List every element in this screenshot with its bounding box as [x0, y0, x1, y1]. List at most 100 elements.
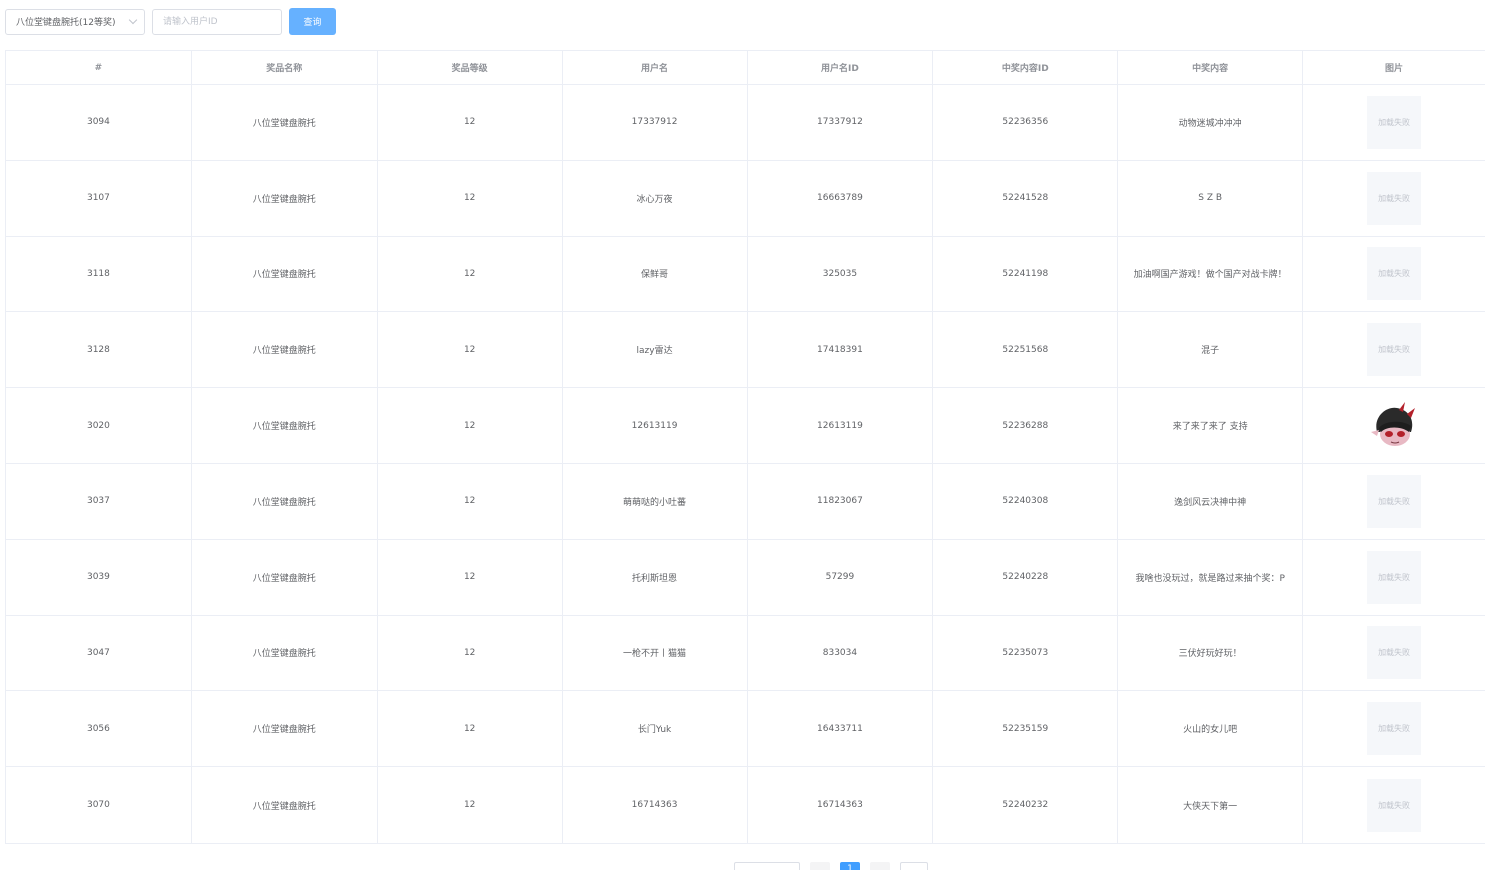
cell-username: 17337912: [563, 85, 748, 160]
cell-content: 逸剑风云决神中神: [1118, 463, 1304, 539]
page-size-select[interactable]: [734, 862, 800, 870]
cell-content-id: 52236356: [933, 85, 1119, 160]
cell-user-id: 833034: [748, 615, 934, 691]
cell-image: 加载失败: [1303, 85, 1485, 160]
image-placeholder: 加载失败: [1367, 626, 1422, 680]
cell-prize: 八位堂键盘腕托: [192, 691, 378, 767]
prize-select[interactable]: 八位堂键盘腕托(12等奖): [5, 8, 145, 35]
column-header: 奖品等级: [378, 51, 563, 84]
cell-content-id: 52235159: [933, 691, 1119, 767]
column-header: 中奖内容ID: [933, 51, 1119, 84]
cell-content-id: 52235073: [933, 615, 1119, 691]
cell-username: 16714363: [563, 767, 748, 843]
user-avatar-image[interactable]: [1367, 399, 1421, 452]
cell-image: 加载失败: [1303, 161, 1485, 236]
cell-level: 12: [378, 615, 563, 691]
image-placeholder: 加载失败: [1367, 323, 1422, 377]
cell-content: 大侠天下第一: [1118, 767, 1304, 843]
cell-prize: 八位堂键盘腕托: [192, 236, 378, 312]
cell-user-id: 11823067: [748, 463, 934, 539]
cell-id: 3039: [6, 539, 192, 615]
cell-prize: 八位堂键盘腕托: [192, 539, 378, 615]
table-row: 3020 八位堂键盘腕托 12 12613119 12613119 522362…: [6, 388, 1485, 464]
column-header: 图片: [1385, 64, 1404, 74]
table-row: 3070 八位堂键盘腕托 12 16714363 16714363 522402…: [6, 767, 1485, 843]
cell-image: 加载失败: [1303, 464, 1485, 539]
cell-content: 来了来了来了 支持: [1118, 388, 1304, 463]
cell-level: 12: [378, 539, 563, 615]
cell-level: 12: [378, 312, 563, 388]
cell-prize: 八位堂键盘腕托: [192, 463, 378, 539]
image-placeholder: 加载失败: [1367, 702, 1422, 756]
image-placeholder: 加载失败: [1367, 474, 1422, 528]
cell-username: 长门Yuk: [563, 691, 748, 767]
cell-image: 加载失败: [1303, 616, 1485, 691]
table-row: 3107 八位堂键盘腕托 12 冰心万夜 16663789 52241528 S…: [6, 160, 1485, 237]
table-row: 3128 八位堂键盘腕托 12 lazy雷达 17418391 52251568…: [6, 312, 1485, 389]
cell-image: 加载失败: [1303, 767, 1485, 843]
cell-content-id: 52236288: [933, 388, 1119, 463]
cell-image: [1303, 388, 1485, 463]
cell-user-id: 57299: [748, 539, 934, 615]
page-number[interactable]: 1: [840, 862, 860, 870]
cell-level: 12: [378, 236, 563, 312]
table-row: 3118 八位堂键盘腕托 12 保鲜哥 325035 52241198 加油啊国…: [6, 236, 1485, 313]
next-page-button[interactable]: [870, 862, 890, 870]
cell-content-id: 52240232: [933, 767, 1119, 843]
cell-prize: 八位堂键盘腕托: [192, 615, 378, 691]
column-header: 奖品名称: [192, 51, 378, 84]
cell-image: 加载失败: [1303, 237, 1485, 312]
cell-user-id: 325035: [748, 236, 934, 312]
image-placeholder: 加载失败: [1367, 171, 1422, 225]
user-id-input[interactable]: [152, 8, 282, 35]
cell-prize: 八位堂键盘腕托: [192, 312, 378, 388]
cell-user-id: 17337912: [748, 85, 934, 160]
cell-username: 一枪不开丨猫猫: [563, 615, 748, 691]
cell-prize: 八位堂键盘腕托: [192, 767, 378, 843]
cell-username: lazy雷达: [563, 312, 748, 388]
cell-id: 3094: [6, 85, 192, 160]
cell-username: 冰心万夜: [563, 160, 748, 236]
chevron-down-icon: [128, 15, 138, 25]
cell-level: 12: [378, 85, 563, 160]
table-row: 3039 八位堂键盘腕托 12 托利斯坦恩 57299 52240228 我啥也…: [6, 539, 1485, 616]
cell-id: 3020: [6, 388, 192, 463]
cell-prize: 八位堂键盘腕托: [192, 85, 378, 160]
cell-image: 加载失败: [1303, 691, 1485, 766]
image-placeholder: 加载失败: [1367, 247, 1422, 301]
prev-page-button[interactable]: [810, 862, 830, 870]
filter-toolbar: 八位堂键盘腕托(12等奖) 查询: [5, 8, 336, 35]
query-button[interactable]: 查询: [289, 8, 336, 35]
cell-image: 加载失败: [1303, 312, 1485, 387]
cell-level: 12: [378, 463, 563, 539]
cell-level: 12: [378, 691, 563, 767]
table-row: 3094 八位堂键盘腕托 12 17337912 17337912 522363…: [6, 85, 1485, 161]
pagination: 1: [734, 862, 928, 870]
image-placeholder: 加载失败: [1367, 95, 1422, 149]
page-jump-input[interactable]: [900, 862, 928, 870]
winners-table: # 奖品名称 奖品等级 用户名 用户名ID 中奖内容ID 中奖内容 图片 309…: [5, 50, 1485, 844]
cell-id: 3118: [6, 236, 192, 312]
cell-id: 3047: [6, 615, 192, 691]
cell-content: 三伏好玩好玩！: [1118, 615, 1304, 691]
cell-id: 3128: [6, 312, 192, 388]
column-header: 用户名: [563, 51, 748, 84]
cell-image: 加载失败: [1303, 540, 1485, 615]
cell-content-id: 52240228: [933, 539, 1119, 615]
cell-content-id: 52241198: [933, 236, 1119, 312]
table-row: 3056 八位堂键盘腕托 12 长门Yuk 16433711 52235159 …: [6, 691, 1485, 768]
cell-content-id: 52241528: [933, 160, 1119, 236]
cell-user-id: 12613119: [748, 388, 934, 463]
column-header: 用户名ID: [748, 51, 934, 84]
table-row: 3047 八位堂键盘腕托 12 一枪不开丨猫猫 833034 52235073 …: [6, 615, 1485, 692]
cell-user-id: 16433711: [748, 691, 934, 767]
cell-id: 3107: [6, 160, 192, 236]
cell-user-id: 16663789: [748, 160, 934, 236]
cell-content: 加油啊国产游戏！做个国产对战卡牌！: [1118, 236, 1304, 312]
cell-content: 动物迷城冲冲冲: [1118, 85, 1304, 160]
cell-content-id: 52251568: [933, 312, 1119, 388]
cell-id: 3070: [6, 767, 192, 843]
cell-content: 我啥也没玩过，就是路过来抽个奖：P: [1118, 539, 1304, 615]
cell-prize: 八位堂键盘腕托: [192, 160, 378, 236]
cell-user-id: 17418391: [748, 312, 934, 388]
